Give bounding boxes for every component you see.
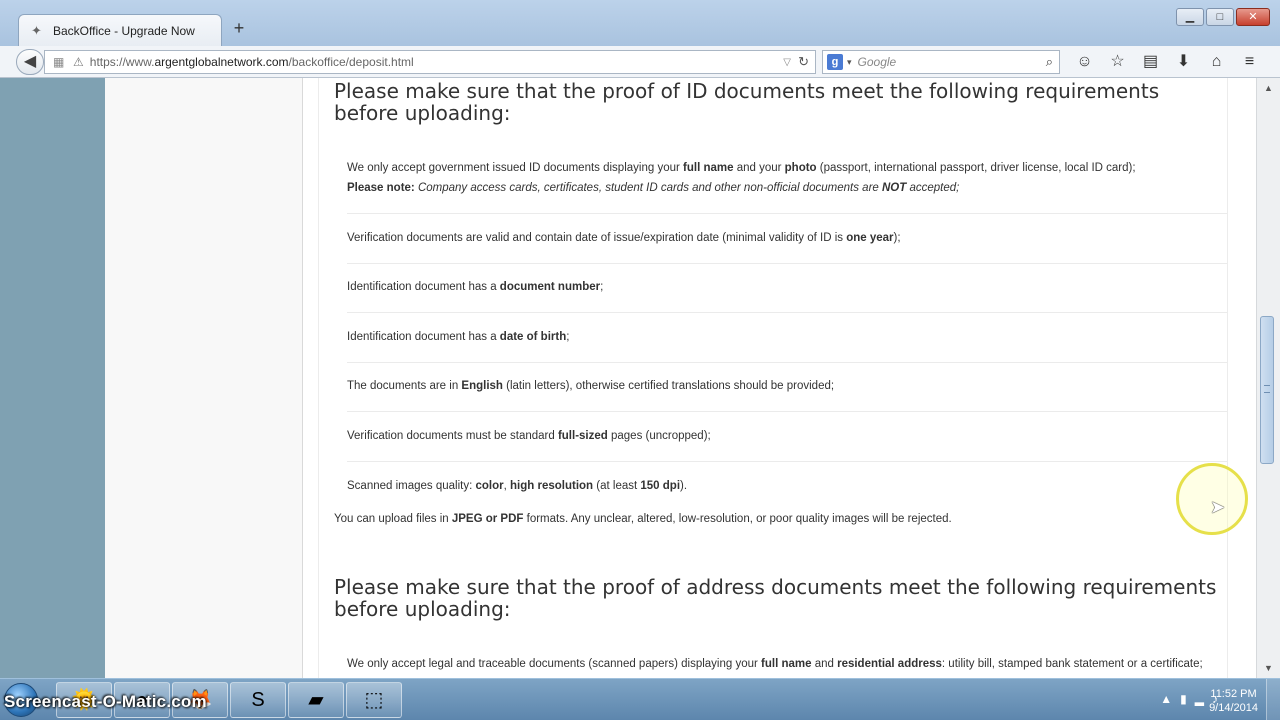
minimize-button[interactable]: ▁ <box>1176 8 1204 26</box>
tab-backoffice[interactable]: ✦ BackOffice - Upgrade Now <box>18 14 222 46</box>
grip-icon <box>1264 385 1270 393</box>
browser-tabstrip: ✦ BackOffice - Upgrade Now + ▁ □ ✕ <box>0 0 1280 46</box>
requirement-item: We only accept government issued ID docu… <box>347 162 1136 194</box>
vertical-scrollbar[interactable]: ▲ ▼ <box>1256 78 1280 678</box>
mouse-pointer-icon: ➤ <box>1210 497 1226 517</box>
requirement-item: Verification documents must be standard … <box>347 430 711 442</box>
warning-icon[interactable]: ⚠ <box>73 55 84 69</box>
menu-icon[interactable]: ≡ <box>1233 52 1266 72</box>
clock-time: 11:52 PM <box>1210 688 1257 700</box>
side-navigation <box>105 78 303 678</box>
requirement-item: Verification documents are valid and con… <box>347 232 901 244</box>
left-band <box>0 78 105 678</box>
main-content: Please make sure that the proof of ID do… <box>318 78 1228 678</box>
id-requirements-title: Please make sure that the proof of ID do… <box>334 79 1160 125</box>
requirement-item: Identification document has a document n… <box>347 281 604 293</box>
page-viewport: Please make sure that the proof of ID do… <box>0 78 1256 678</box>
network-icon[interactable]: ▮ <box>1180 692 1187 706</box>
divider <box>347 411 1227 412</box>
star-icon: ✦ <box>31 22 42 38</box>
upload-format-note: You can upload files in JPEG or PDF form… <box>334 513 952 525</box>
taskbar-app-icon[interactable]: ▰ <box>288 682 344 718</box>
reload-icon[interactable]: ↻ <box>798 54 809 70</box>
address-requirements-title: Please make sure that the proof of addre… <box>334 575 1217 621</box>
search-icon[interactable]: ⌕ <box>1046 54 1053 70</box>
maximize-button[interactable]: □ <box>1206 8 1234 26</box>
home-icon[interactable]: ⌂ <box>1200 52 1233 72</box>
url-prefix: https://www. <box>89 55 155 69</box>
divider <box>347 213 1227 214</box>
requirement-item: Identification document has a date of bi… <box>347 331 570 343</box>
divider <box>347 362 1227 363</box>
divider <box>347 263 1227 264</box>
bookmark-star-icon[interactable]: ☆ <box>1101 52 1134 72</box>
requirement-item: Scanned images quality: color, high reso… <box>347 480 688 492</box>
tray-arrow-icon[interactable]: ▲ <box>1160 692 1172 706</box>
back-arrow-icon: ◀ <box>23 53 37 70</box>
requirement-item: The documents are in English (latin lett… <box>347 380 835 392</box>
scrollbar-thumb[interactable] <box>1260 316 1274 464</box>
toolbar-icons: ☺ ☆ ▤ ⬇ ⌂ ≡ <box>1068 52 1266 72</box>
search-placeholder: Google <box>857 55 897 69</box>
new-tab-button[interactable]: + <box>230 18 248 39</box>
close-button[interactable]: ✕ <box>1236 8 1270 26</box>
back-button[interactable]: ◀ <box>16 49 44 75</box>
chevron-down-icon[interactable]: ▾ <box>847 57 852 68</box>
url-host: argentglobalnetwork.com <box>154 55 289 69</box>
dropdown-icon[interactable]: ▽ <box>783 57 791 68</box>
skype-icon[interactable]: S <box>230 682 286 718</box>
clock-date: 9/14/2014 <box>1209 702 1258 714</box>
site-identity-icon[interactable]: ▦ <box>53 55 67 69</box>
divider <box>347 461 1227 462</box>
navigation-bar: ◀ ▦ ⚠ https://www. argentglobalnetwork.co… <box>0 46 1280 78</box>
screencast-watermark: Screencast-O-Matic.com <box>4 692 207 711</box>
divider <box>347 312 1227 313</box>
scroll-down-icon[interactable]: ▼ <box>1257 660 1280 676</box>
url-path: /backoffice/deposit.html <box>288 55 414 69</box>
download-icon[interactable]: ⬇ <box>1167 52 1200 72</box>
scroll-up-icon[interactable]: ▲ <box>1257 80 1280 96</box>
google-icon[interactable]: g <box>827 54 843 70</box>
window-controls: ▁ □ ✕ <box>1176 8 1270 26</box>
tab-title: BackOffice - Upgrade Now <box>53 23 195 38</box>
reading-list-icon[interactable]: ▤ <box>1134 52 1167 72</box>
system-clock[interactable]: 11:52 PM 9/14/2014 <box>1209 687 1258 715</box>
requirement-item: We only accept legal and traceable docum… <box>347 658 1203 670</box>
screen-recorder-icon[interactable]: ⬚ <box>346 682 402 718</box>
address-bar[interactable]: ▦ ⚠ https://www. argentglobalnetwork.com /… <box>44 50 816 74</box>
show-desktop-button[interactable] <box>1266 679 1280 720</box>
search-field[interactable]: g ▾ Google ⌕ <box>822 50 1060 74</box>
signal-icon[interactable]: ▂ <box>1195 692 1204 706</box>
extension-icon[interactable]: ☺ <box>1068 52 1101 72</box>
